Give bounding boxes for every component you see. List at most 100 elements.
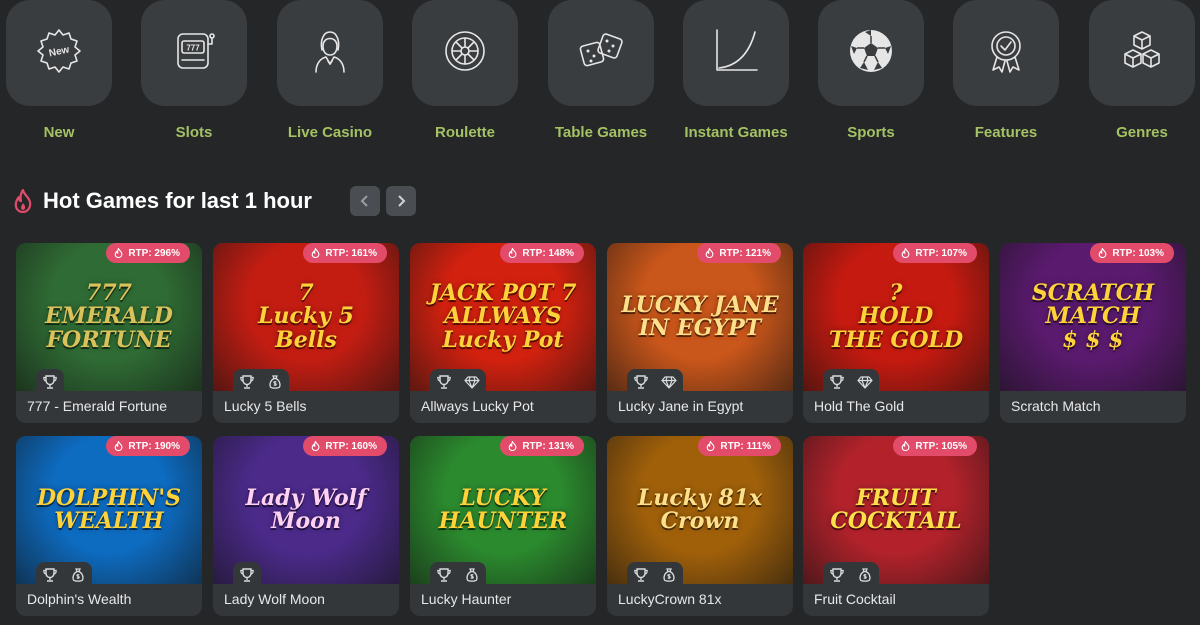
rtp-badge: RTP: 190% bbox=[106, 436, 190, 456]
feature-badges bbox=[430, 369, 486, 395]
game-logo-text: Lucky 81x Crown bbox=[637, 484, 763, 534]
game-logo-text: FRUIT COCKTAIL bbox=[830, 484, 962, 534]
game-card[interactable]: LUCKY HAUNTER RTP: 131% Lucky Haunter bbox=[410, 436, 596, 616]
category-sports[interactable]: Sports bbox=[818, 0, 924, 141]
rtp-value: RTP: 190% bbox=[128, 440, 180, 452]
roulette-icon bbox=[440, 26, 490, 81]
diamond-icon bbox=[851, 369, 879, 395]
svg-text:777: 777 bbox=[186, 43, 200, 52]
category-tile[interactable]: 777 bbox=[141, 0, 247, 106]
feature-badges bbox=[823, 562, 879, 588]
category-instant-games[interactable]: Instant Games bbox=[683, 0, 789, 141]
feature-badges bbox=[36, 562, 92, 588]
feature-badges bbox=[823, 369, 879, 395]
feature-badges bbox=[36, 369, 64, 395]
prev-button[interactable] bbox=[350, 186, 380, 216]
category-label: Sports bbox=[847, 124, 895, 141]
money-bag-icon bbox=[458, 562, 486, 588]
fire-icon bbox=[312, 441, 320, 451]
category-label: Features bbox=[974, 124, 1038, 141]
game-logo-text: SCRATCH MATCH $ $ $ bbox=[1031, 280, 1155, 353]
trophy-icon bbox=[430, 369, 458, 395]
rtp-value: RTP: 160% bbox=[325, 440, 377, 452]
rtp-badge: RTP: 111% bbox=[698, 436, 781, 456]
rtp-badge: RTP: 131% bbox=[500, 436, 584, 456]
category-label: Table Games bbox=[554, 124, 648, 141]
category-label: Slots bbox=[175, 124, 213, 141]
chevron-right-icon bbox=[398, 195, 406, 207]
fire-icon bbox=[115, 441, 123, 451]
hot-games-header: Hot Games for last 1 hour bbox=[12, 184, 312, 218]
fire-icon bbox=[1099, 248, 1107, 258]
game-card[interactable]: JACK POT 7 ALLWAYS Lucky Pot RTP: 148% All… bbox=[410, 243, 596, 423]
category-tile[interactable] bbox=[683, 0, 789, 106]
game-name: Lucky Jane in Egypt bbox=[618, 398, 744, 414]
category-genres[interactable]: Genres bbox=[1089, 0, 1195, 141]
game-name: Allways Lucky Pot bbox=[421, 398, 534, 414]
cubes-icon bbox=[1117, 26, 1167, 81]
game-card[interactable]: LUCKY JANE IN EGYPT RTP: 121% Lucky Jane i… bbox=[607, 243, 793, 423]
rtp-badge: RTP: 160% bbox=[303, 436, 387, 456]
rtp-value: RTP: 105% bbox=[915, 440, 967, 452]
category-features[interactable]: Features bbox=[953, 0, 1059, 141]
category-roulette[interactable]: Roulette bbox=[412, 0, 518, 141]
rtp-value: RTP: 131% bbox=[522, 440, 574, 452]
game-thumbnail[interactable]: SCRATCH MATCH $ $ $ bbox=[1000, 243, 1186, 391]
slot-machine-icon: 777 bbox=[169, 26, 219, 81]
game-card[interactable]: 777 EMERALD FORTUNE RTP: 296% 777 - Emeral… bbox=[16, 243, 202, 423]
category-table-games[interactable]: Table Games bbox=[548, 0, 654, 141]
rtp-badge: RTP: 105% bbox=[893, 436, 977, 456]
category-tile[interactable] bbox=[412, 0, 518, 106]
diamond-icon bbox=[458, 369, 486, 395]
rtp-value: RTP: 107% bbox=[915, 247, 967, 259]
money-bag-icon bbox=[851, 562, 879, 588]
rtp-badge: RTP: 161% bbox=[303, 243, 387, 263]
trophy-icon bbox=[823, 369, 851, 395]
trophy-icon bbox=[823, 562, 851, 588]
category-tile[interactable] bbox=[1089, 0, 1195, 106]
trophy-icon bbox=[233, 369, 261, 395]
fire-icon bbox=[312, 248, 320, 258]
fire-icon bbox=[707, 441, 715, 451]
fire-icon bbox=[14, 189, 32, 213]
rtp-badge: RTP: 121% bbox=[697, 243, 781, 263]
category-tile[interactable] bbox=[548, 0, 654, 106]
rtp-badge: RTP: 103% bbox=[1090, 243, 1174, 263]
chevron-left-icon bbox=[360, 195, 368, 207]
fire-icon bbox=[902, 248, 910, 258]
money-bag-icon bbox=[655, 562, 683, 588]
rtp-value: RTP: 121% bbox=[719, 247, 771, 259]
fire-icon bbox=[902, 441, 910, 451]
next-button[interactable] bbox=[386, 186, 416, 216]
feature-badges bbox=[430, 562, 486, 588]
game-card[interactable]: FRUIT COCKTAIL RTP: 105% Fruit Cocktail bbox=[803, 436, 989, 616]
dice-icon bbox=[576, 26, 626, 81]
game-name: 777 - Emerald Fortune bbox=[27, 398, 168, 414]
curve-graph-icon bbox=[711, 26, 761, 81]
fire-icon bbox=[509, 248, 517, 258]
category-tile[interactable]: New bbox=[6, 0, 112, 106]
trophy-icon bbox=[627, 369, 655, 395]
category-tile[interactable] bbox=[277, 0, 383, 106]
feature-badges bbox=[233, 562, 261, 588]
game-card[interactable]: DOLPHIN'S WEALTH RTP: 190% Dolphin's Wealt… bbox=[16, 436, 202, 616]
money-bag-icon bbox=[64, 562, 92, 588]
feature-badges bbox=[233, 369, 289, 395]
game-card[interactable]: Lucky 81x Crown RTP: 111% LuckyCrown 81x bbox=[607, 436, 793, 616]
trophy-icon bbox=[627, 562, 655, 588]
category-tile[interactable] bbox=[953, 0, 1059, 106]
game-card[interactable]: SCRATCH MATCH $ $ $ RTP: 103% Scratch Matc… bbox=[1000, 243, 1186, 423]
game-logo-text: ? HOLD THE GOLD bbox=[828, 280, 964, 353]
category-slots[interactable]: 777 Slots bbox=[141, 0, 247, 141]
game-name: Lucky 5 Bells bbox=[224, 398, 307, 414]
game-card[interactable]: ? HOLD THE GOLD RTP: 107% Hold The Gold bbox=[803, 243, 989, 423]
game-name: Lady Wolf Moon bbox=[224, 591, 325, 607]
game-card[interactable]: 7 Lucky 5 Bells RTP: 161% Lucky 5 Bells bbox=[213, 243, 399, 423]
feature-badges bbox=[627, 369, 683, 395]
game-card[interactable]: Lady Wolf Moon RTP: 160% Lady Wolf Moon bbox=[213, 436, 399, 616]
category-live-casino[interactable]: Live Casino bbox=[277, 0, 383, 141]
category-tile[interactable] bbox=[818, 0, 924, 106]
game-name: Lucky Haunter bbox=[421, 591, 512, 607]
trophy-icon bbox=[36, 369, 64, 395]
category-new[interactable]: New New bbox=[6, 0, 112, 141]
